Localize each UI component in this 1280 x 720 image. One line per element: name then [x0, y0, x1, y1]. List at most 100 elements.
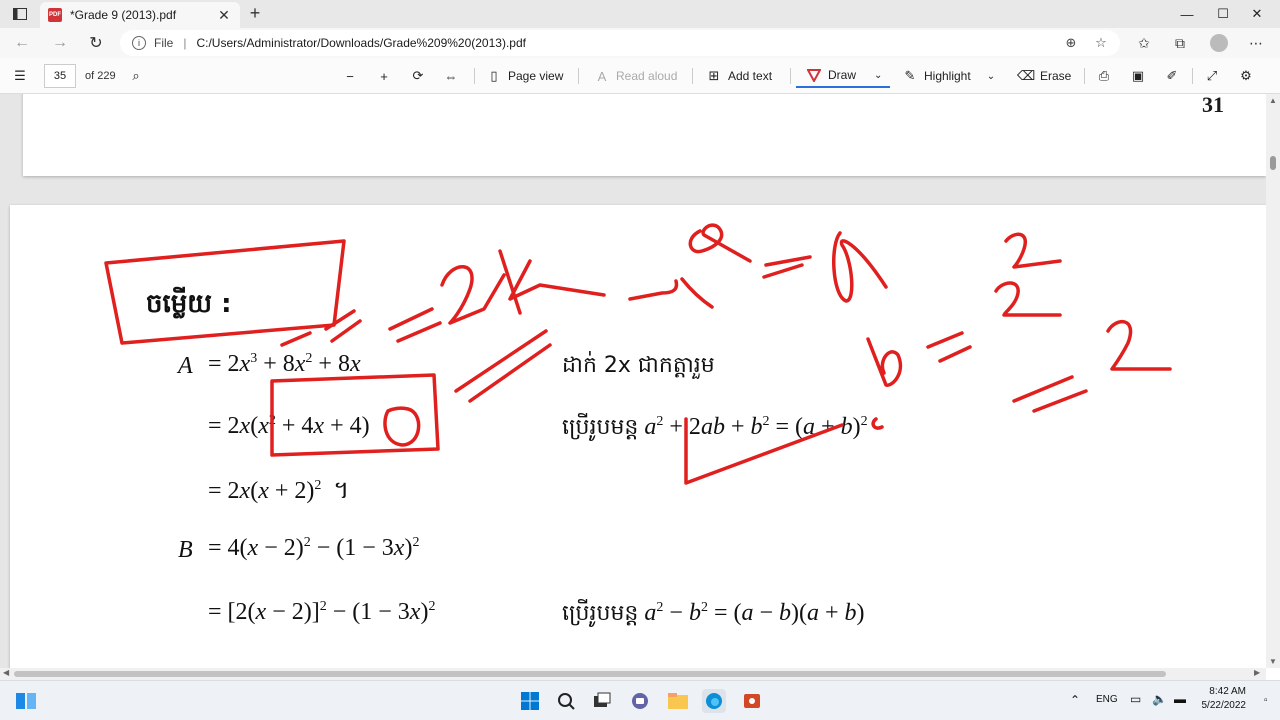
search-taskbar-icon[interactable]: [554, 689, 578, 713]
tray-overflow-icon[interactable]: ⌃: [1070, 693, 1080, 707]
horizontal-scrollbar[interactable]: ◀ ▶: [0, 668, 1266, 680]
horizontal-scroll-thumb[interactable]: [14, 671, 1166, 677]
note-common-factor: ដាក់ 2x ជាកត្តារួម: [562, 353, 715, 378]
ink-equal-3: [454, 329, 552, 403]
page-view-button[interactable]: ▯ Page view: [486, 66, 563, 86]
zoom-in-icon[interactable]: +: [376, 66, 398, 86]
ink-equal-1: [324, 309, 362, 343]
page-view-icon: ▯: [490, 68, 498, 83]
pdf-viewer[interactable]: 31 ចម្លើយ : A = 2x3 + 8x2 + 8x = 2x(x2 +…: [0, 94, 1266, 668]
settings-gear-icon[interactable]: ⚙: [1238, 66, 1260, 86]
page-number-input[interactable]: 35: [44, 64, 76, 88]
ink-two-top: [1004, 232, 1062, 269]
note-formula-1-label: ប្រើរូបមន្ត: [562, 415, 639, 440]
rotate-icon[interactable]: ⟳: [410, 66, 432, 86]
note-formula-1: ប្រើរូបមន្ត a2 + 2ab + b2 = (a + b)2: [562, 414, 868, 440]
clock-date[interactable]: 5/22/2022: [1198, 700, 1247, 711]
erase-label: Erase: [1040, 69, 1072, 83]
save-as-icon[interactable]: ✐: [1164, 66, 1186, 86]
address-bar-row: ← → ↻ i File | C:/Users/Administrator/Do…: [0, 28, 1280, 58]
chat-icon[interactable]: [628, 689, 652, 713]
network-icon[interactable]: ▭: [1130, 692, 1141, 706]
draw-button[interactable]: Draw ⌄: [796, 64, 890, 88]
save-icon[interactable]: ▣: [1130, 66, 1152, 86]
back-button[interactable]: ←: [10, 32, 34, 54]
toolbar-divider: [1192, 68, 1193, 84]
ink-curl: [688, 223, 812, 279]
add-text-icon: ⊞: [708, 68, 720, 83]
widgets-icon[interactable]: [14, 689, 38, 713]
printed-page-number: 31: [1202, 94, 1224, 117]
ink-equal-2: [388, 307, 442, 343]
note-formula-2-label: ប្រើរូបមន្ត: [562, 601, 639, 626]
highlight-button[interactable]: ✎ Highlight ⌄: [902, 66, 996, 86]
edge-icon[interactable]: [702, 689, 726, 713]
new-tab-button[interactable]: +: [244, 3, 266, 25]
collections-icon[interactable]: ⧉: [1168, 32, 1192, 54]
more-options-icon[interactable]: ⋯: [1244, 32, 1268, 54]
refresh-button[interactable]: ↻: [84, 32, 108, 54]
draw-label: Draw: [828, 68, 857, 82]
expr-b-label: B: [178, 537, 193, 563]
powerpoint-icon[interactable]: [740, 689, 764, 713]
profile-avatar[interactable]: [1210, 34, 1228, 52]
toolbar-divider: [578, 68, 579, 84]
fullscreen-icon[interactable]: ⤢: [1204, 66, 1226, 86]
highlight-dropdown-icon[interactable]: ⌄: [987, 71, 995, 82]
contents-icon[interactable]: ☰: [12, 66, 34, 86]
toolbar-divider: [474, 68, 475, 84]
erase-button[interactable]: ⌫ Erase: [1016, 66, 1072, 86]
expr-b-line-2: = [2(x − 2)]2 − (1 − 3x)2: [208, 599, 436, 625]
scroll-right-icon[interactable]: ▶: [1254, 668, 1260, 677]
close-window-button[interactable]: ✕: [1234, 0, 1280, 28]
highlight-icon: ✎: [904, 68, 916, 83]
ink-arrow: [628, 277, 714, 309]
eraser-icon: ⌫: [1016, 68, 1036, 83]
print-icon[interactable]: ⎙: [1096, 66, 1118, 86]
ink-equal-4: [926, 331, 972, 363]
ink-circle-four: [383, 406, 421, 447]
search-icon[interactable]: ⌕: [128, 66, 150, 86]
volume-icon[interactable]: 🔈: [1152, 692, 1167, 706]
toolbar-divider: [1084, 68, 1085, 84]
address-bar[interactable]: i File | C:/Users/Administrator/Download…: [120, 30, 1120, 56]
expr-a-label: A: [178, 353, 193, 379]
ink-2x: [440, 249, 606, 325]
highlight-label: Highlight: [924, 69, 971, 83]
add-favorite-icon[interactable]: ☆: [1092, 34, 1110, 52]
vertical-scroll-thumb[interactable]: [1270, 156, 1276, 170]
zoom-out-icon[interactable]: −: [342, 66, 364, 86]
url-text[interactable]: C:/Users/Administrator/Downloads/Grade%2…: [196, 36, 526, 50]
address-separator: |: [183, 36, 187, 50]
toolbar-divider: [790, 68, 791, 84]
read-aloud-button[interactable]: A Read aloud: [594, 66, 678, 86]
expr-a-line-3: = 2x(x + 2)2 ។: [208, 478, 350, 504]
info-icon[interactable]: i: [132, 36, 146, 50]
ink-two-mid: [994, 281, 1062, 317]
tab-close-icon[interactable]: ✕: [216, 7, 232, 24]
start-icon[interactable]: [518, 689, 542, 713]
file-explorer-icon[interactable]: [666, 689, 690, 713]
ink-squiggle: [871, 417, 884, 430]
scroll-left-icon[interactable]: ◀: [3, 668, 9, 677]
task-view-icon[interactable]: [590, 689, 614, 713]
scroll-down-icon[interactable]: ▼: [1268, 657, 1278, 666]
tab-pdf[interactable]: PDF *Grade 9 (2013).pdf ✕: [40, 2, 240, 28]
language-indicator[interactable]: ENG: [1096, 694, 1118, 705]
zoom-icon[interactable]: ⊕: [1062, 34, 1080, 52]
draw-icon: [806, 67, 822, 83]
vertical-scrollbar[interactable]: ▲ ▼: [1266, 94, 1280, 668]
favorites-icon[interactable]: ✩: [1132, 32, 1156, 54]
clock-time[interactable]: 8:42 AM: [1206, 686, 1246, 697]
forward-button[interactable]: →: [48, 32, 72, 54]
fit-width-icon[interactable]: ⇔: [443, 66, 465, 86]
notifications-icon[interactable]: ▫: [1264, 695, 1268, 706]
ink-two-right: [1106, 319, 1172, 371]
draw-dropdown-icon[interactable]: ⌄: [874, 70, 882, 81]
battery-icon[interactable]: ▬: [1174, 692, 1186, 706]
note-formula-2: ប្រើរូបមន្ត a2 − b2 = (a − b)(a + b): [562, 600, 865, 626]
page-view-label: Page view: [508, 69, 564, 83]
scroll-up-icon[interactable]: ▲: [1268, 96, 1278, 105]
add-text-button[interactable]: ⊞ Add text: [706, 66, 772, 86]
tab-actions-icon[interactable]: [8, 4, 32, 24]
